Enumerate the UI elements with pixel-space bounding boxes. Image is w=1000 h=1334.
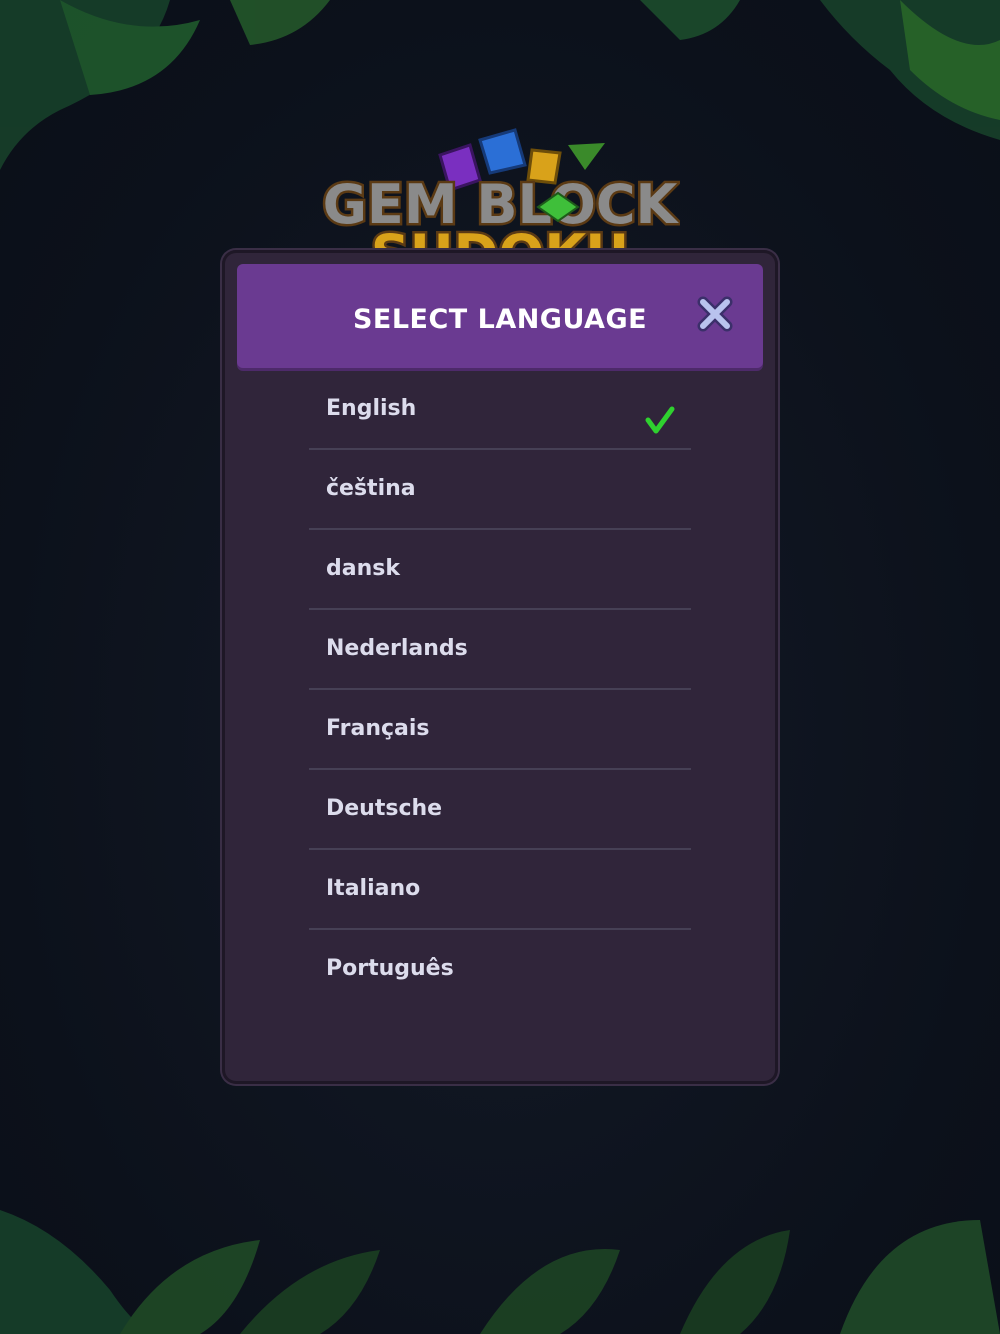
close-icon (697, 296, 733, 332)
language-label: Português (326, 956, 454, 981)
language-item-english[interactable]: English (309, 370, 691, 450)
language-item-francais[interactable]: Français (309, 690, 691, 770)
language-item-dansk[interactable]: dansk (309, 530, 691, 610)
language-modal: SELECT LANGUAGE English čeština dansk Ne… (222, 250, 778, 1084)
language-label: Nederlands (326, 636, 468, 661)
checkmark-icon (645, 406, 675, 434)
logo-line1: GEM BLOCK (323, 173, 680, 236)
language-label: čeština (326, 476, 416, 501)
close-button[interactable] (693, 292, 737, 336)
modal-header: SELECT LANGUAGE (237, 264, 763, 368)
language-list[interactable]: English čeština dansk Nederlands Françai… (309, 370, 691, 982)
language-item-deutsche[interactable]: Deutsche (309, 770, 691, 850)
language-item-nederlands[interactable]: Nederlands (309, 610, 691, 690)
language-item-cestina[interactable]: čeština (309, 450, 691, 530)
language-label: Français (326, 716, 430, 741)
game-logo: GEM BLOCK SUDOKU (320, 128, 680, 250)
language-item-portugues[interactable]: Português (309, 930, 691, 982)
language-label: Italiano (326, 876, 421, 901)
language-item-italiano[interactable]: Italiano (309, 850, 691, 930)
modal-title: SELECT LANGUAGE (352, 304, 648, 335)
language-label: dansk (326, 556, 400, 581)
language-label: English (326, 396, 417, 421)
language-label: Deutsche (326, 796, 443, 821)
